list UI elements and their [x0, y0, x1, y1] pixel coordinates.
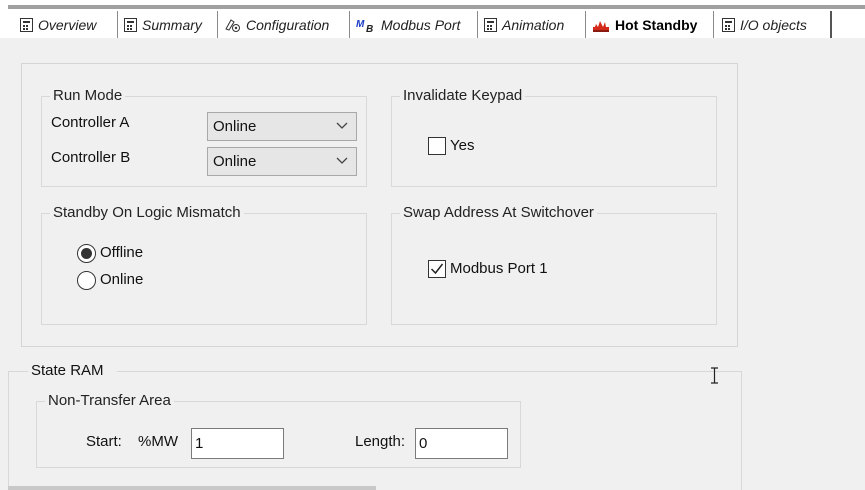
- invalidate-keypad-group: Invalidate Keypad Yes: [391, 87, 717, 187]
- swap-address-title: Swap Address At Switchover: [400, 204, 597, 222]
- non-transfer-area-group: Non-Transfer Area Start: %MW 1 Length: 0: [36, 392, 521, 468]
- module-icon: [484, 17, 497, 32]
- controller-b-label: Controller B: [51, 149, 131, 166]
- online-radio[interactable]: [77, 271, 96, 290]
- tab-modbus-port[interactable]: MB Modbus Port: [350, 11, 478, 38]
- non-transfer-area-title: Non-Transfer Area: [45, 392, 174, 410]
- tab-label: Animation: [502, 16, 565, 33]
- start-value: 1: [195, 435, 204, 452]
- tab-label: Hot Standby: [615, 16, 698, 33]
- start-label: Start:: [86, 433, 122, 450]
- text-cursor-icon: [711, 367, 718, 384]
- controller-a-select[interactable]: Online: [207, 112, 357, 141]
- tab-strip-border: [8, 5, 865, 9]
- hot-standby-panel: Run Mode Controller A Online Controller …: [21, 63, 738, 347]
- module-icon: [124, 17, 137, 32]
- modbus-port-1-checkbox[interactable]: [428, 260, 446, 278]
- controller-a-value: Online: [213, 118, 257, 135]
- tab-configuration[interactable]: Configuration: [218, 11, 350, 38]
- tab-io-objects[interactable]: I/O objects: [716, 11, 832, 38]
- standby-on-logic-mismatch-group: Standby On Logic Mismatch Offline Online: [41, 204, 367, 325]
- state-ram-border: [117, 371, 742, 372]
- chevron-down-icon: [336, 122, 348, 129]
- swap-address-group: Swap Address At Switchover Modbus Port 1: [391, 204, 717, 325]
- offline-radio-label: Offline: [100, 244, 144, 261]
- controller-b-select[interactable]: Online: [207, 147, 357, 176]
- invalidate-keypad-checkbox[interactable]: [428, 137, 446, 155]
- horizontal-scrollbar[interactable]: [8, 486, 376, 490]
- state-ram-title: State RAM: [31, 362, 104, 379]
- modbus-port-1-label: Modbus Port 1: [450, 260, 548, 277]
- start-prefix: %MW: [138, 433, 178, 450]
- run-mode-title: Run Mode: [50, 87, 126, 105]
- tab-strip: Overview Summary Configuration MB Modbus…: [0, 0, 865, 38]
- radio-selected-dot: [81, 248, 92, 259]
- online-radio-label: Online: [100, 271, 144, 288]
- tab-label: Modbus Port: [381, 16, 461, 33]
- tab-summary[interactable]: Summary: [118, 11, 218, 38]
- svg-text:B: B: [366, 24, 373, 32]
- invalidate-keypad-yes-label: Yes: [450, 137, 475, 154]
- modbus-icon: MB: [356, 19, 373, 32]
- svg-text:M: M: [356, 19, 365, 30]
- state-ram-border: [8, 371, 9, 490]
- tab-label: Configuration: [246, 16, 330, 33]
- controller-b-value: Online: [213, 153, 257, 170]
- module-icon: [20, 17, 33, 32]
- configuration-icon: [225, 18, 240, 32]
- module-icon: [722, 17, 735, 32]
- length-label: Length:: [355, 433, 406, 450]
- state-ram-border: [8, 371, 28, 372]
- standby-on-logic-mismatch-title: Standby On Logic Mismatch: [50, 204, 244, 222]
- tab-overview[interactable]: Overview: [14, 11, 118, 38]
- tab-animation[interactable]: Animation: [478, 11, 586, 38]
- length-input[interactable]: 0: [415, 428, 508, 459]
- offline-radio[interactable]: [77, 244, 96, 263]
- run-mode-group: Run Mode Controller A Online Controller …: [41, 87, 367, 187]
- chevron-down-icon: [336, 157, 348, 164]
- tab-label: Overview: [38, 16, 97, 33]
- tab-label: I/O objects: [740, 16, 807, 33]
- controller-a-label: Controller A: [51, 114, 130, 131]
- length-value: 0: [419, 435, 428, 452]
- tab-label: Summary: [142, 16, 202, 33]
- hot-standby-icon: [593, 20, 609, 32]
- invalidate-keypad-title: Invalidate Keypad: [400, 87, 526, 105]
- state-ram-border: [741, 371, 742, 490]
- checkmark-icon: [430, 263, 444, 275]
- start-input[interactable]: 1: [191, 428, 284, 459]
- tab-hot-standby[interactable]: Hot Standby: [586, 11, 714, 38]
